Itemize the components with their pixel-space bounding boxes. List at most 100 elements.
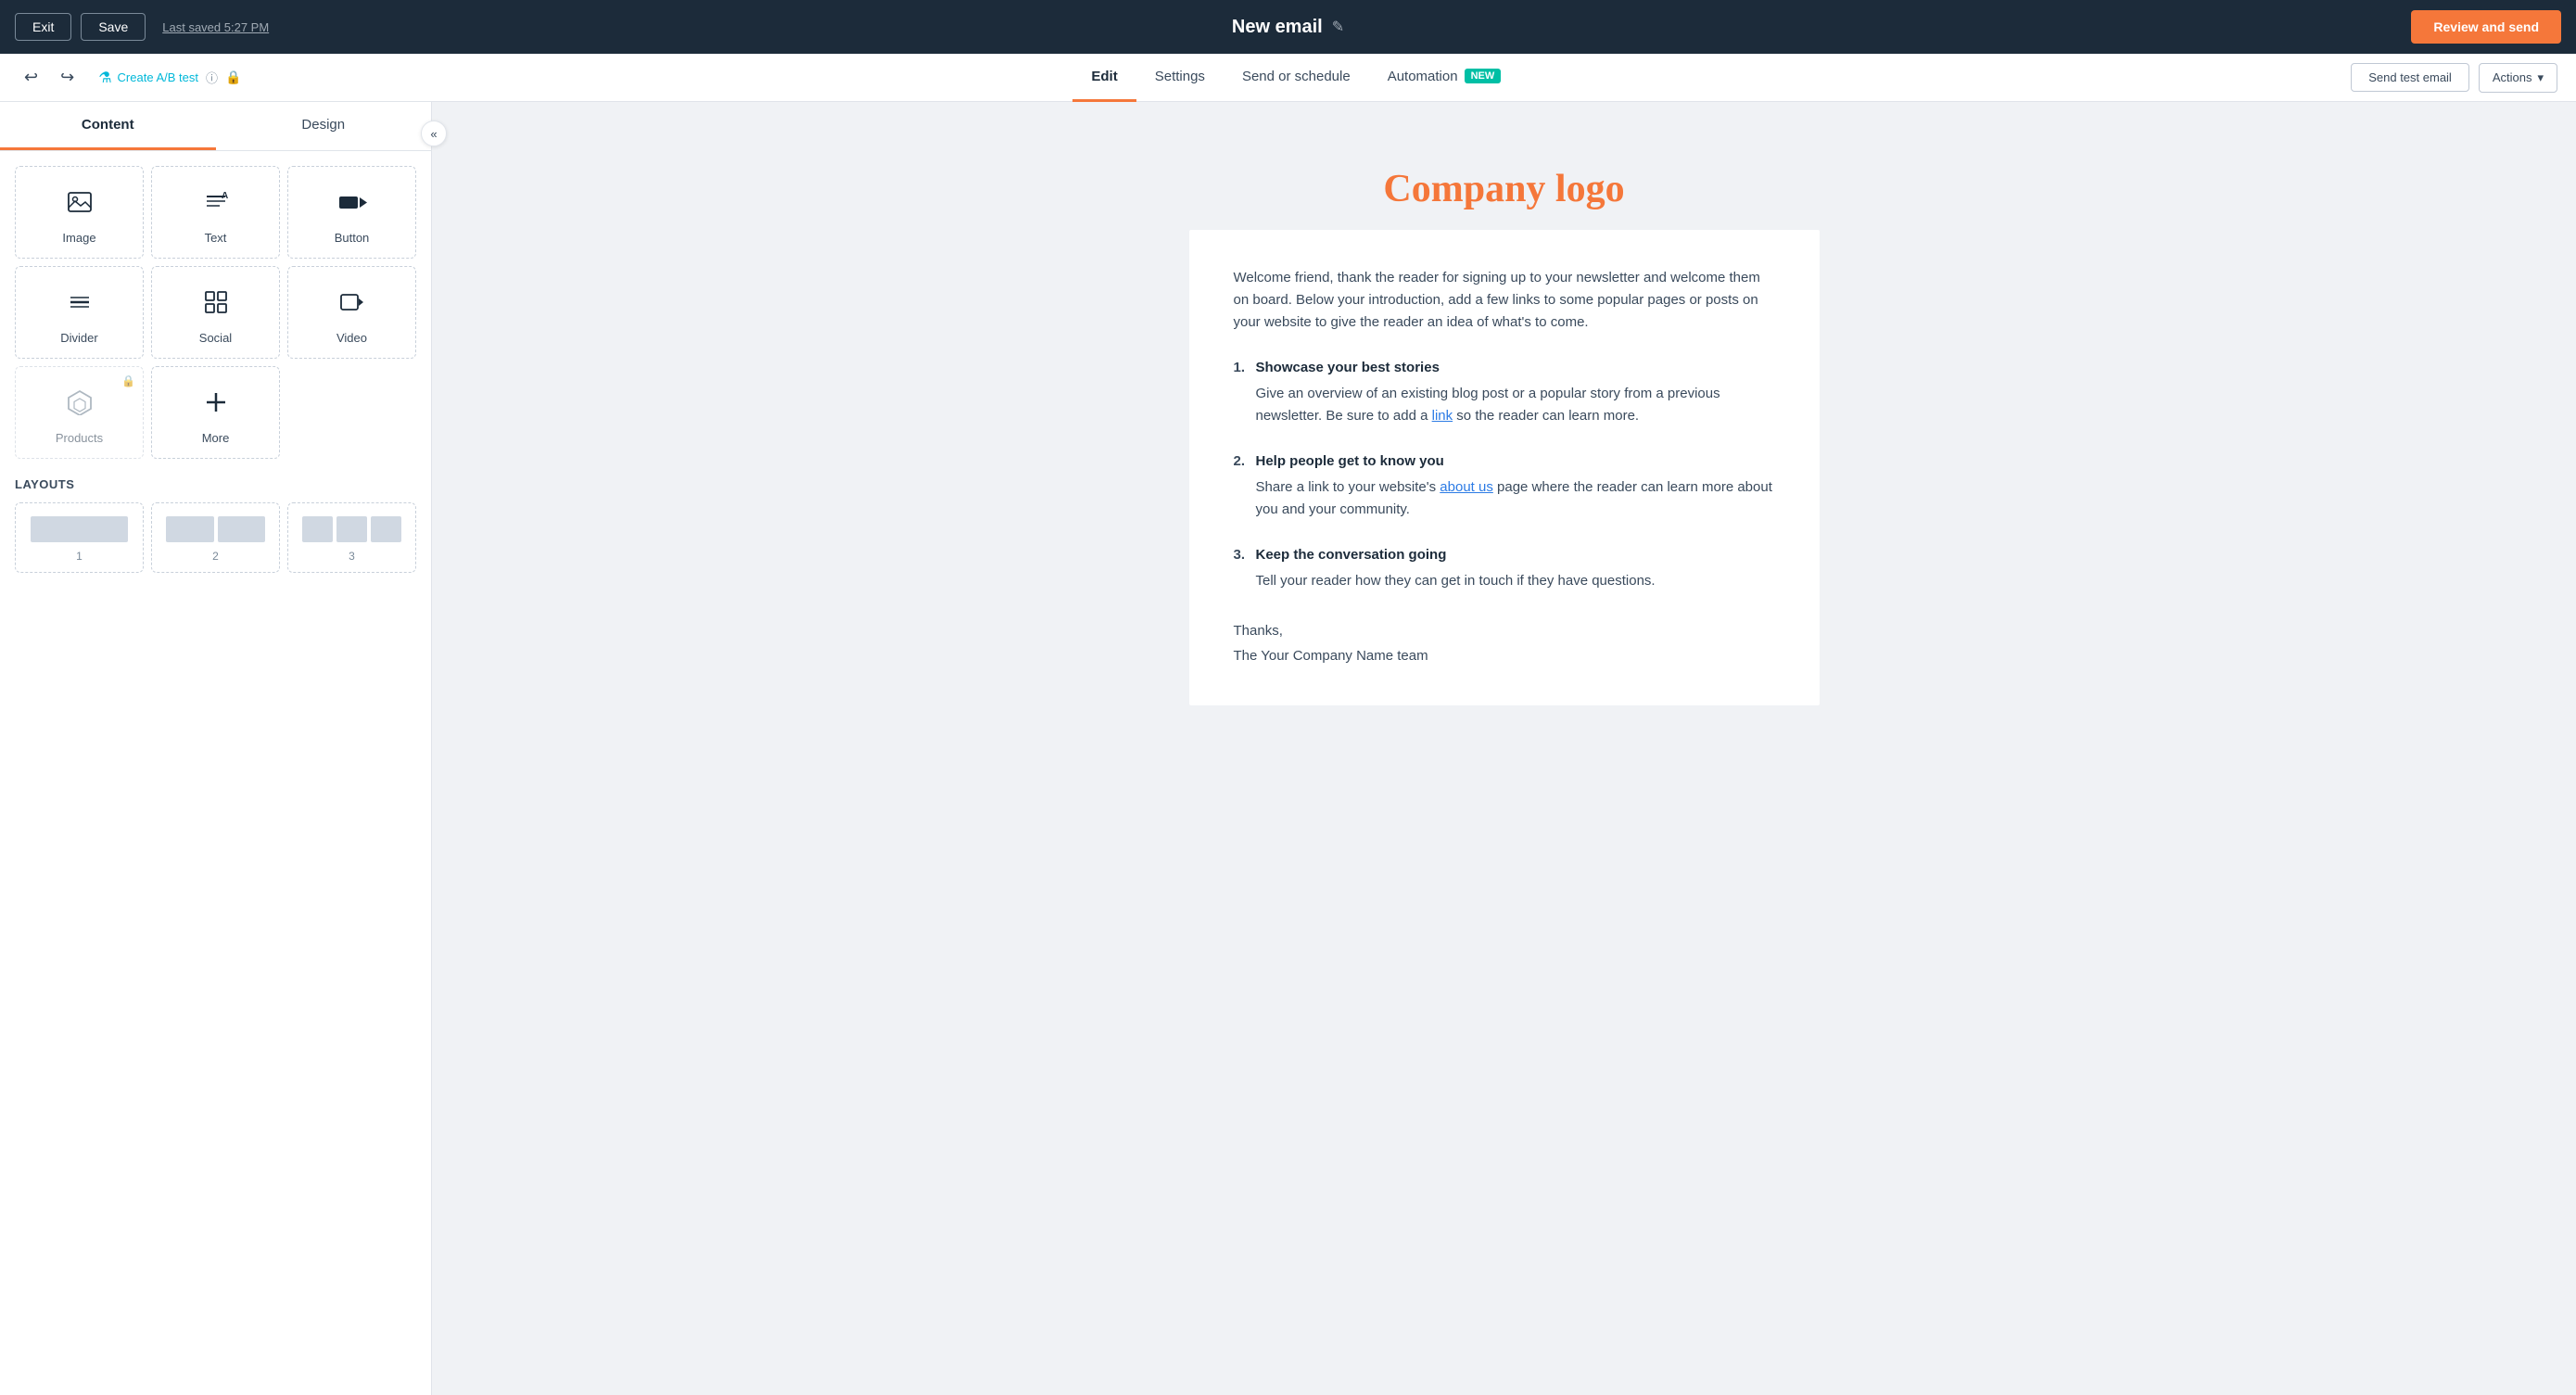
layout-2-col[interactable]: 2 <box>151 502 280 573</box>
list-item-desc: Tell your reader how they can get in tou… <box>1256 570 1775 592</box>
widget-button[interactable]: Button <box>287 166 416 259</box>
layout-1-col[interactable]: 1 <box>15 502 144 573</box>
layout-3-num: 3 <box>349 550 355 563</box>
layout-1-num: 1 <box>76 550 82 563</box>
subbar-right: Send test email Actions ▾ <box>2351 63 2557 93</box>
email-items-list: Showcase your best stories Give an overv… <box>1234 360 1775 592</box>
collapse-sidebar-button[interactable]: « <box>421 120 447 146</box>
layout-col <box>371 516 401 542</box>
last-saved-label: Last saved 5:27 PM <box>162 20 269 34</box>
video-widget-icon <box>339 289 365 322</box>
list-item: Help people get to know you Share a link… <box>1234 453 1775 521</box>
layout-col <box>336 516 367 542</box>
topbar-center: New email ✎ <box>1232 17 1344 38</box>
list-item-desc: Share a link to your website's about us … <box>1256 476 1775 521</box>
widget-image[interactable]: Image <box>15 166 144 259</box>
layout-1-visual <box>25 516 133 542</box>
list-item-link[interactable]: about us <box>1440 479 1493 495</box>
image-widget-icon <box>67 189 93 222</box>
button-widget-label: Button <box>335 231 370 245</box>
svg-text:A: A <box>222 191 228 201</box>
email-footer: Thanks, The Your Company Name team <box>1234 618 1775 668</box>
save-button[interactable]: Save <box>81 13 146 41</box>
list-item-title: Showcase your best stories <box>1256 360 1775 375</box>
list-item: Showcase your best stories Give an overv… <box>1234 360 1775 427</box>
social-widget-icon <box>203 289 229 322</box>
list-item-title: Keep the conversation going <box>1256 547 1775 563</box>
email-body: Welcome friend, thank the reader for sig… <box>1189 230 1820 705</box>
more-widget-icon <box>203 389 229 422</box>
actions-label: Actions <box>2493 70 2532 84</box>
email-intro-text: Welcome friend, thank the reader for sig… <box>1234 267 1775 334</box>
products-widget-label: Products <box>56 431 103 445</box>
email-logo-bar: Company logo <box>1189 139 1820 230</box>
email-preview-area: Company logo Welcome friend, thank the r… <box>432 102 2576 1395</box>
widget-social[interactable]: Social <box>151 266 280 359</box>
layouts-section-label: LAYOUTS <box>15 477 416 491</box>
info-icon[interactable]: ⓘ <box>206 69 218 86</box>
undo-button[interactable]: ↩ <box>19 64 44 91</box>
exit-button[interactable]: Exit <box>15 13 71 41</box>
automation-badge: NEW <box>1465 69 1502 83</box>
subbar-tabs: Edit Settings Send or schedule Automatio… <box>1072 54 1519 102</box>
divider-widget-icon <box>67 289 93 322</box>
list-item-title: Help people get to know you <box>1256 453 1775 469</box>
ab-test-label: Create A/B test <box>118 70 198 84</box>
list-item-link[interactable]: link <box>1432 408 1453 424</box>
edit-title-icon[interactable]: ✎ <box>1332 18 1344 36</box>
ab-test-link[interactable]: ⚗ Create A/B test ⓘ 🔒 <box>98 69 241 87</box>
layout-col <box>31 516 128 542</box>
button-widget-icon <box>337 189 367 222</box>
email-closing-line2: The Your Company Name team <box>1234 643 1775 668</box>
redo-button[interactable]: ↪ <box>55 64 80 91</box>
widget-grid: Image A Text <box>15 166 416 459</box>
divider-widget-label: Divider <box>60 331 97 345</box>
email-title: New email <box>1232 17 1323 38</box>
tab-send-or-schedule[interactable]: Send or schedule <box>1224 54 1369 102</box>
lock-icon[interactable]: 🔒 <box>225 70 241 85</box>
text-widget-label: Text <box>205 231 227 245</box>
topbar-right: Review and send <box>2411 10 2561 44</box>
products-widget-icon <box>67 389 93 422</box>
sidebar-content-area: Image A Text <box>0 151 431 588</box>
tab-settings[interactable]: Settings <box>1136 54 1224 102</box>
products-lock-icon: 🔒 <box>121 374 135 387</box>
text-widget-icon: A <box>203 189 229 222</box>
layout-3-visual <box>298 516 406 542</box>
widget-divider[interactable]: Divider <box>15 266 144 359</box>
layout-col <box>218 516 265 542</box>
widget-video[interactable]: Video <box>287 266 416 359</box>
review-and-send-button[interactable]: Review and send <box>2411 10 2561 44</box>
sidebar-tab-content[interactable]: Content <box>0 102 216 150</box>
video-widget-label: Video <box>336 331 367 345</box>
ab-test-icon: ⚗ <box>98 69 111 87</box>
email-logo-text: Company logo <box>1208 167 1801 211</box>
widget-text[interactable]: A Text <box>151 166 280 259</box>
list-item: Keep the conversation going Tell your re… <box>1234 547 1775 592</box>
layout-2-num: 2 <box>212 550 219 563</box>
actions-caret-icon: ▾ <box>2537 70 2544 85</box>
social-widget-label: Social <box>199 331 232 345</box>
email-container: Company logo Welcome friend, thank the r… <box>1189 139 1820 705</box>
main-layout: Content Design Image <box>0 102 2576 1395</box>
layout-col <box>302 516 333 542</box>
tab-edit[interactable]: Edit <box>1072 54 1136 102</box>
widget-more[interactable]: More <box>151 366 280 459</box>
subbar: ↩ ↪ ⚗ Create A/B test ⓘ 🔒 Edit Settings … <box>0 54 2576 102</box>
send-test-button[interactable]: Send test email <box>2351 63 2469 92</box>
layout-grid: 1 2 3 <box>15 502 416 573</box>
list-item-desc: Give an overview of an existing blog pos… <box>1256 383 1775 427</box>
tab-automation[interactable]: Automation NEW <box>1369 54 1520 102</box>
actions-button[interactable]: Actions ▾ <box>2479 63 2557 93</box>
sidebar: Content Design Image <box>0 102 432 1395</box>
image-widget-label: Image <box>62 231 95 245</box>
subbar-left: ↩ ↪ ⚗ Create A/B test ⓘ 🔒 <box>19 64 241 91</box>
layout-2-visual <box>161 516 270 542</box>
more-widget-label: More <box>202 431 230 445</box>
layout-col <box>166 516 213 542</box>
topbar-left: Exit Save Last saved 5:27 PM <box>15 13 269 41</box>
sidebar-tab-design[interactable]: Design <box>216 102 432 150</box>
layout-3-col[interactable]: 3 <box>287 502 416 573</box>
widget-products[interactable]: 🔒 Products <box>15 366 144 459</box>
email-closing-line1: Thanks, <box>1234 618 1775 643</box>
